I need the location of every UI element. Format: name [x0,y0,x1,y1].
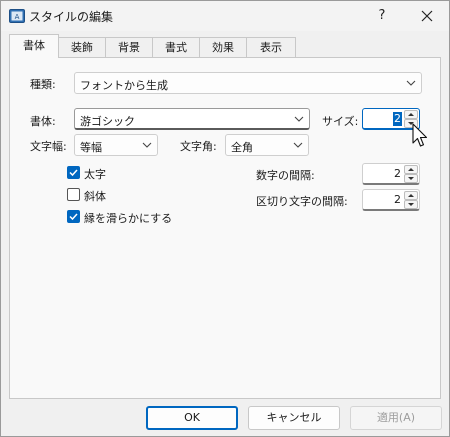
tab-effects[interactable]: 効果 [199,37,247,57]
triangle-down-icon [408,177,414,180]
tab-decoration[interactable]: 装飾 [58,37,106,57]
font-combobox-value: 游ゴシック [80,115,135,128]
digit-spacing-arrows[interactable] [404,165,418,183]
font-label: 書体: [30,115,56,128]
digit-spacing-value: 2 [394,167,401,180]
width-select[interactable]: 等幅 [74,134,158,156]
size-label: サイズ: [322,115,359,128]
angle-label: 文字角: [180,140,217,153]
triangle-up-icon [408,168,414,171]
tab-display[interactable]: 表示 [246,37,296,57]
chevron-down-icon [294,116,304,122]
tab-font[interactable]: 書体 [9,34,59,58]
font-combobox[interactable]: 游ゴシック [74,108,310,130]
delimiter-spacing-value: 2 [394,193,401,206]
bold-checkbox[interactable] [67,166,80,179]
delimiter-spacing-label: 区切り文字の間隔: [256,195,348,208]
spin-down-button[interactable] [404,174,418,183]
font-tab-panel: 種類: フォントから生成 書体: 游ゴシック サイズ: 2 文字幅: 等幅 文字… [9,57,441,399]
chevron-down-icon [406,80,416,86]
cancel-button[interactable]: キャンセル [248,406,340,430]
app-icon: A [9,9,25,23]
close-icon [421,10,433,22]
bold-label[interactable]: 太字 [84,166,106,182]
spin-up-button[interactable] [404,191,418,200]
italic-checkbox[interactable] [67,188,80,201]
spin-up-button[interactable] [404,110,418,119]
angle-select[interactable]: 全角 [225,134,309,156]
style-edit-dialog: A スタイルの編集 ? 書体 装飾 背景 書式 効果 表示 種類: フォントから… [0,0,450,437]
chevron-down-icon [293,142,303,148]
smooth-edges-label[interactable]: 縁を滑らかにする [84,210,172,226]
kind-label: 種類: [30,78,56,91]
window-title: スタイルの編集 [29,10,114,24]
tab-background[interactable]: 背景 [105,37,153,57]
width-select-value: 等幅 [80,141,102,154]
triangle-up-icon [408,194,414,197]
delimiter-spacing-spinbox[interactable]: 2 [362,189,420,211]
spin-up-button[interactable] [404,165,418,174]
spin-down-button[interactable] [404,200,418,209]
apply-button[interactable]: 適用(A) [350,406,442,430]
triangle-down-icon [408,203,414,206]
triangle-up-icon [408,113,414,116]
checkmark-icon [69,169,78,177]
chevron-down-icon [142,142,152,148]
smooth-edges-checkbox[interactable] [67,210,80,223]
tab-format[interactable]: 書式 [152,37,200,57]
digit-spacing-spinbox[interactable]: 2 [362,163,420,185]
width-label: 文字幅: [30,140,67,153]
svg-text:A: A [15,13,20,21]
help-button[interactable]: ? [365,1,399,31]
ok-button[interactable]: OK [146,406,238,430]
title-bar: A スタイルの編集 ? [1,1,449,31]
delimiter-spacing-arrows[interactable] [404,191,418,209]
digit-spacing-label: 数字の間隔: [256,169,315,182]
mouse-cursor-icon [412,123,428,147]
size-value-selected: 2 [393,112,402,126]
close-button[interactable] [405,1,449,31]
checkmark-icon [69,213,78,221]
angle-select-value: 全角 [231,141,253,154]
italic-label[interactable]: 斜体 [84,188,106,204]
kind-select-value: フォントから生成 [80,79,168,92]
kind-select[interactable]: フォントから生成 [74,72,422,94]
